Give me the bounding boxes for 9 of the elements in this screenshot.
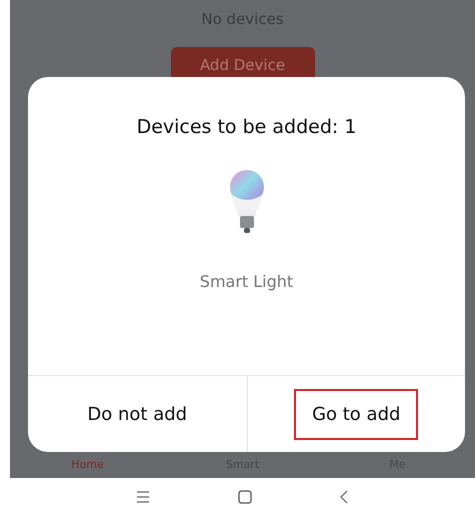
dialog-button[interactable]: Do not add xyxy=(69,388,206,440)
back-icon[interactable] xyxy=(340,490,348,504)
tab[interactable]: Home xyxy=(71,456,104,474)
highlighted-button[interactable]: Go to add xyxy=(294,388,418,440)
home-icon[interactable] xyxy=(238,490,252,504)
device-name: Smart Light xyxy=(200,270,294,292)
light-bulb-icon xyxy=(228,170,266,236)
menu-icon[interactable] xyxy=(136,490,150,502)
dialog-title: Devices to be added: 1 xyxy=(136,115,356,140)
